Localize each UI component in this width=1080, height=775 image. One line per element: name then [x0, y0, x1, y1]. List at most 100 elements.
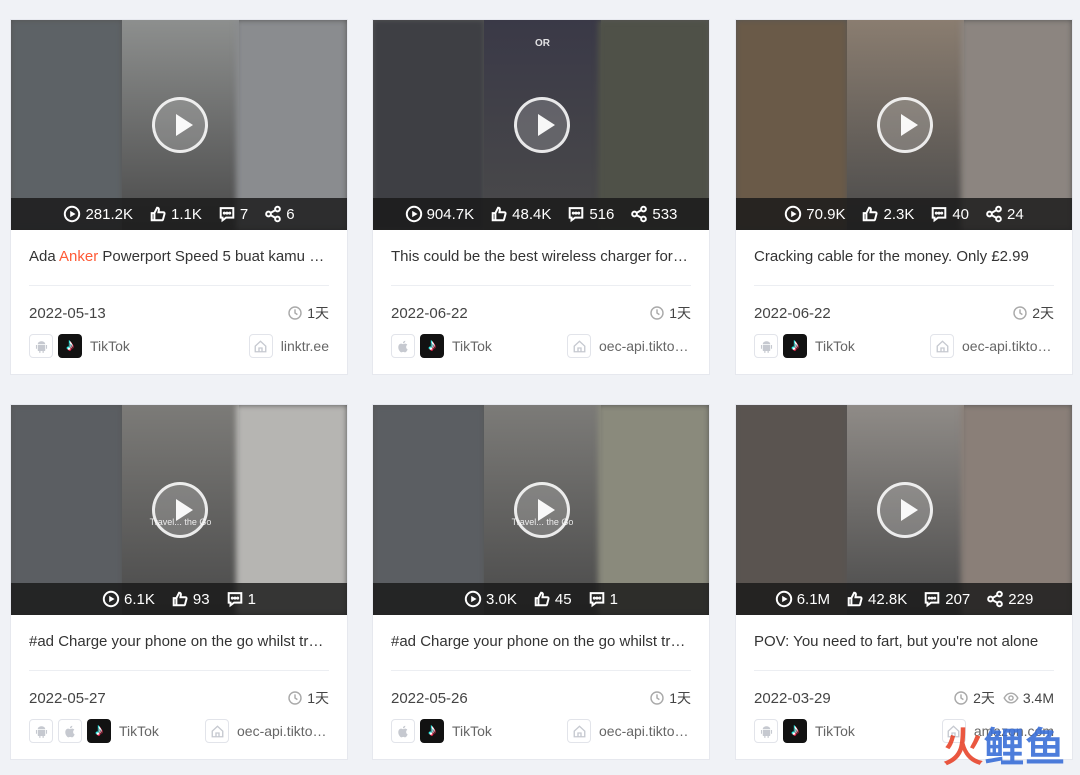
video-stats-bar: 904.7K 48.4K 516 533: [373, 198, 709, 230]
divider: [29, 285, 329, 286]
video-thumbnail[interactable]: 70.9K 2.3K 40 24: [736, 20, 1072, 230]
tiktok-icon: ♪: [420, 334, 444, 358]
share-count: 6: [264, 205, 295, 223]
platform-name: TikTok: [452, 723, 492, 739]
play-button-icon[interactable]: [877, 97, 933, 153]
comment-count: 7: [218, 205, 248, 223]
video-thumbnail[interactable]: 6.1M 42.8K 207 229: [736, 405, 1072, 615]
like-count: 48.4K: [490, 205, 551, 223]
video-caption-overlay: OR: [535, 38, 550, 49]
publish-date: 2022-05-26: [391, 689, 468, 707]
home-icon: [567, 719, 591, 743]
publish-date: 2022-06-22: [754, 304, 831, 322]
home-icon: [567, 334, 591, 358]
video-title[interactable]: #ad Charge your phone on the go whilst t…: [29, 633, 329, 653]
video-title[interactable]: This could be the best wireless charger …: [391, 248, 691, 268]
duration: 1天: [287, 303, 329, 323]
play-count: 281.2K: [63, 205, 133, 223]
video-stats-bar: 281.2K 1.1K 7 6: [11, 198, 347, 230]
comment-count: 40: [930, 205, 969, 223]
share-count: 24: [985, 205, 1024, 223]
video-title[interactable]: Cracking cable for the money. Only £2.99: [754, 248, 1054, 268]
home-icon: [205, 719, 229, 743]
like-count: 45: [533, 590, 572, 608]
divider: [754, 670, 1054, 671]
source-domain[interactable]: oec-api.tiktokv.com: [599, 723, 691, 739]
platform-name: TikTok: [815, 723, 855, 739]
video-stats-bar: 70.9K 2.3K 40 24: [736, 198, 1072, 230]
android-icon: [29, 334, 53, 358]
share-count: 229: [986, 590, 1033, 608]
play-count: 3.0K: [464, 590, 517, 608]
like-count: 42.8K: [846, 590, 907, 608]
play-count: 904.7K: [405, 205, 474, 223]
video-title[interactable]: POV: You need to fart, but you're not al…: [754, 633, 1054, 653]
android-icon: [29, 719, 53, 743]
comment-count: 207: [923, 590, 970, 608]
source-domain[interactable]: oec-api.tiktokv.com: [237, 723, 329, 739]
home-icon: [930, 334, 954, 358]
publish-date: 2022-05-13: [29, 304, 106, 322]
duration: 1天: [649, 303, 691, 323]
platform-name: TikTok: [119, 723, 159, 739]
play-count: 70.9K: [784, 205, 845, 223]
play-count: 6.1K: [102, 590, 155, 608]
duration: 1天: [649, 688, 691, 708]
like-count: 93: [171, 590, 210, 608]
apple-icon: [391, 334, 415, 358]
share-count: 533: [630, 205, 677, 223]
publish-date: 2022-05-27: [29, 689, 106, 707]
tiktok-icon: ♪: [58, 334, 82, 358]
play-button-icon[interactable]: [514, 482, 570, 538]
duration: 1天: [287, 688, 329, 708]
tiktok-icon: ♪: [87, 719, 111, 743]
android-icon: [754, 719, 778, 743]
comment-count: 1: [588, 590, 618, 608]
divider: [391, 285, 691, 286]
publish-date: 2022-06-22: [391, 304, 468, 322]
video-card[interactable]: OR 904.7K 48.4K 516 533 This could be th…: [372, 19, 710, 375]
play-button-icon[interactable]: [514, 97, 570, 153]
tiktok-icon: ♪: [420, 719, 444, 743]
video-stats-bar: 6.1M 42.8K 207 229: [736, 583, 1072, 615]
video-thumbnail[interactable]: 281.2K 1.1K 7 6: [11, 20, 347, 230]
play-button-icon[interactable]: [877, 482, 933, 538]
video-thumbnail[interactable]: Travel... the Go 6.1K 93 1: [11, 405, 347, 615]
video-card[interactable]: 70.9K 2.3K 40 24 Cracking cable for the …: [735, 19, 1073, 375]
play-button-icon[interactable]: [152, 482, 208, 538]
comment-count: 516: [567, 205, 614, 223]
video-card[interactable]: 6.1M 42.8K 207 229 POV: You need to fart…: [735, 404, 1073, 760]
divider: [391, 670, 691, 671]
play-count: 6.1M: [775, 590, 830, 608]
video-card[interactable]: Travel... the Go 3.0K 45 1 #ad Charge yo…: [372, 404, 710, 760]
home-icon: [248, 334, 273, 358]
tiktok-icon: ♪: [783, 334, 807, 358]
video-card[interactable]: 281.2K 1.1K 7 6 Ada Anker Powerport Spee…: [10, 19, 348, 375]
apple-icon: [58, 719, 82, 743]
source-domain[interactable]: oec-api.tiktokv.com: [599, 338, 691, 354]
video-thumbnail[interactable]: Travel... the Go 3.0K 45 1: [373, 405, 709, 615]
android-icon: [754, 334, 778, 358]
video-card[interactable]: Travel... the Go 6.1K 93 1 #ad Charge yo…: [10, 404, 348, 760]
source-domain[interactable]: linktr.ee: [281, 338, 329, 354]
video-title[interactable]: #ad Charge your phone on the go whilst t…: [391, 633, 691, 653]
duration: 2天: [1012, 303, 1054, 323]
play-button-icon[interactable]: [152, 97, 208, 153]
video-thumbnail[interactable]: OR 904.7K 48.4K 516 533: [373, 20, 709, 230]
platform-name: TikTok: [90, 338, 130, 354]
platform-name: TikTok: [815, 338, 855, 354]
publish-date: 2022-03-29: [754, 689, 831, 707]
duration: 2天: [953, 688, 995, 708]
source-domain[interactable]: oec-api.tiktokv.com: [962, 338, 1054, 354]
divider: [754, 285, 1054, 286]
video-stats-bar: 6.1K 93 1: [11, 583, 347, 615]
divider: [29, 670, 329, 671]
video-title[interactable]: Ada Anker Powerport Speed 5 buat kamu ya…: [29, 248, 329, 268]
comment-count: 1: [226, 590, 256, 608]
tiktok-icon: ♪: [783, 719, 807, 743]
like-count: 1.1K: [149, 205, 202, 223]
platform-name: TikTok: [452, 338, 492, 354]
video-stats-bar: 3.0K 45 1: [373, 583, 709, 615]
apple-icon: [391, 719, 415, 743]
like-count: 2.3K: [861, 205, 914, 223]
